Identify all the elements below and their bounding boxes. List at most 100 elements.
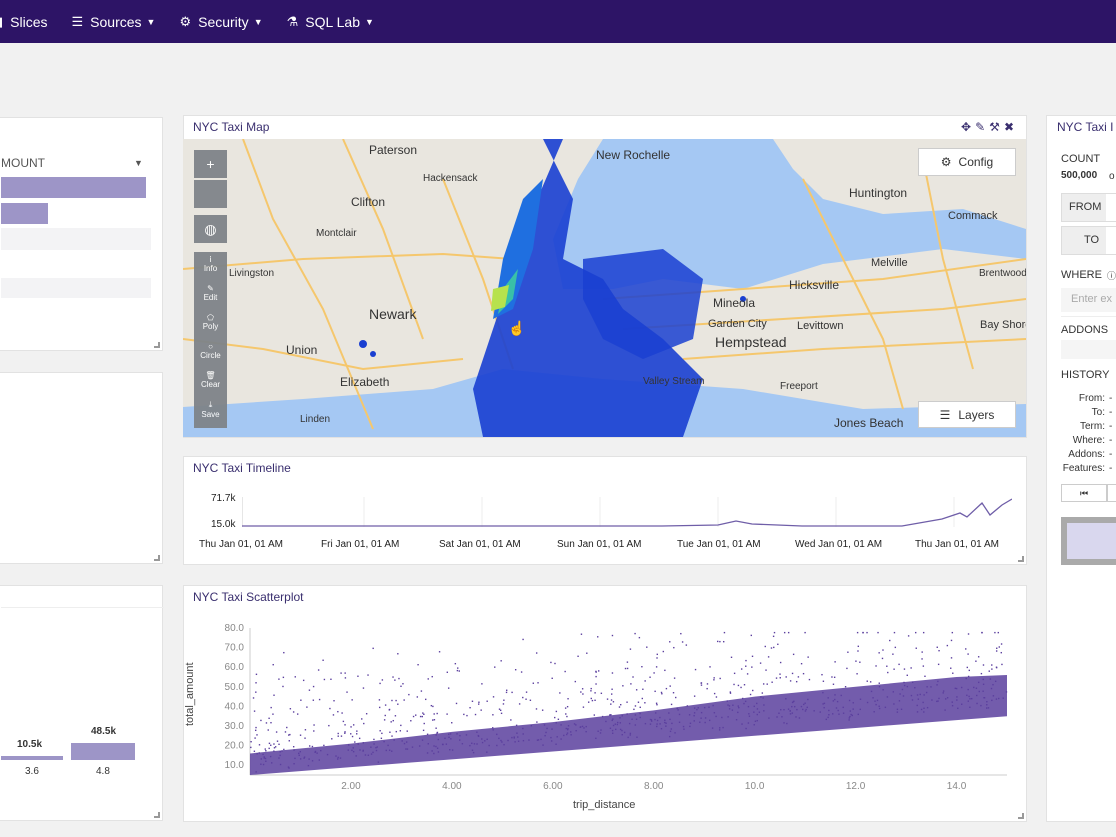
map-canvas[interactable]: Paterson Hackensack New Rochelle Clifton… [183,139,1026,437]
nav-sql-lab[interactable]: ⚗ SQL Lab ▼ [287,14,374,30]
scatter-point [383,719,386,721]
timeline-x-tick: Thu Jan 01, 01 AM [915,539,999,550]
scatter-point [859,708,861,711]
scatter-point [697,707,699,709]
first-page-button[interactable]: ⏮ [1061,484,1107,502]
config-button[interactable]: ⚙ Config [918,148,1016,176]
scatter-point [294,676,296,678]
scatter-point [367,674,369,676]
scatter-point [389,731,391,733]
scatter-point [432,719,434,721]
scatter-point [677,709,679,711]
from-field[interactable]: FROM [1061,193,1116,222]
scatter-point [496,733,498,736]
scatter-point [580,633,583,635]
scatter-point [822,680,825,682]
scatter-point [350,726,352,728]
scatter-point [982,664,985,666]
nav-sources[interactable]: ☰ Sources ▼ [72,14,156,30]
scatter-point [352,750,355,753]
resize-handle[interactable] [1018,556,1024,562]
scatter-point [536,721,538,723]
resize-handle[interactable] [154,812,160,818]
resize-handle[interactable] [154,342,160,348]
info-tool[interactable]: ⅰ Info [194,252,227,281]
scatter-point [373,738,375,741]
pencil-icon[interactable]: ✎ [975,120,989,134]
scatter-point [709,666,711,668]
scatter-point [792,653,795,656]
scatter-point [849,710,852,712]
scatter-point [708,706,710,708]
scatter-point [525,691,528,693]
scatter-point [659,723,661,725]
addons-input[interactable] [1061,340,1116,359]
scatter-point [910,694,913,697]
scatter-point [957,707,959,710]
scatter-point [632,676,634,678]
move-icon[interactable]: ✥ [961,120,975,134]
scatter-point [966,666,969,669]
to-field[interactable]: TO [1061,226,1116,255]
scatter-point [735,719,738,721]
scatter-point [337,756,339,759]
clear-tool[interactable]: 🗑 Clear [194,368,227,397]
scatter-point [678,713,681,716]
scatter-point [560,738,562,740]
histogram-bar-1-value: 10.5k [17,739,43,750]
layers-button[interactable]: ☰ Layers [918,401,1016,428]
scatter-point [275,731,278,733]
zoom-out-button[interactable] [194,180,227,208]
scatter-point [566,732,569,734]
scatter-point [399,730,402,732]
circle-tool[interactable]: ○ Circle [194,339,227,368]
scatter-point [669,641,671,643]
scatter-point [418,745,421,747]
chevron-down-icon: ▼ [253,16,263,27]
edit-tool[interactable]: ✎ Edit [194,281,227,310]
place-label: Livingston [229,268,274,279]
scatter-point [458,670,460,672]
scatter-point [344,677,347,679]
scatter-point [671,722,673,725]
prev-button[interactable] [1107,484,1116,502]
scatter-point [323,744,325,747]
scatter-point [456,733,458,735]
scatter-point [486,700,488,702]
scatter-point [379,682,381,685]
scatter-point [700,717,702,719]
zoom-in-button[interactable]: + [194,150,227,178]
scatter-point [659,716,661,719]
scatter-point [294,757,296,760]
scatter-point [611,672,614,674]
scatter-point [590,697,592,700]
scatter-point [813,710,815,712]
close-icon[interactable]: ✖ [1004,120,1018,134]
poly-tool[interactable]: ⬠ Poly [194,310,227,339]
scatter-point [898,663,900,666]
where-input[interactable]: Enter ex [1061,288,1116,312]
save-tool[interactable]: ⤓ Save [194,397,227,426]
scatter-point [789,680,792,682]
scatter-point [477,734,480,737]
nav-slices[interactable]: ▮ Slices [0,14,48,30]
scatter-point [802,708,804,711]
scatter-point [834,698,836,701]
scatter-point [674,732,676,734]
scatter-point [480,709,482,711]
resize-handle[interactable] [1018,813,1024,819]
scatter-point [951,631,954,634]
nav-security[interactable]: ⚙ Security ▼ [179,14,262,30]
scatter-point [437,751,440,753]
scatter-point [388,709,391,711]
resize-handle[interactable] [154,555,160,561]
scatter-point [656,704,658,706]
scatter-point [472,751,475,754]
wrench-icon[interactable]: ⚒ [989,120,1004,134]
scatter-point [823,706,825,709]
question-icon[interactable]: ⓘ [1107,269,1116,282]
chevron-down-icon[interactable]: ▼ [134,158,143,168]
globe-icon[interactable]: ◍ [194,215,227,243]
scatter-point [332,714,335,716]
scatter-point [317,669,320,671]
